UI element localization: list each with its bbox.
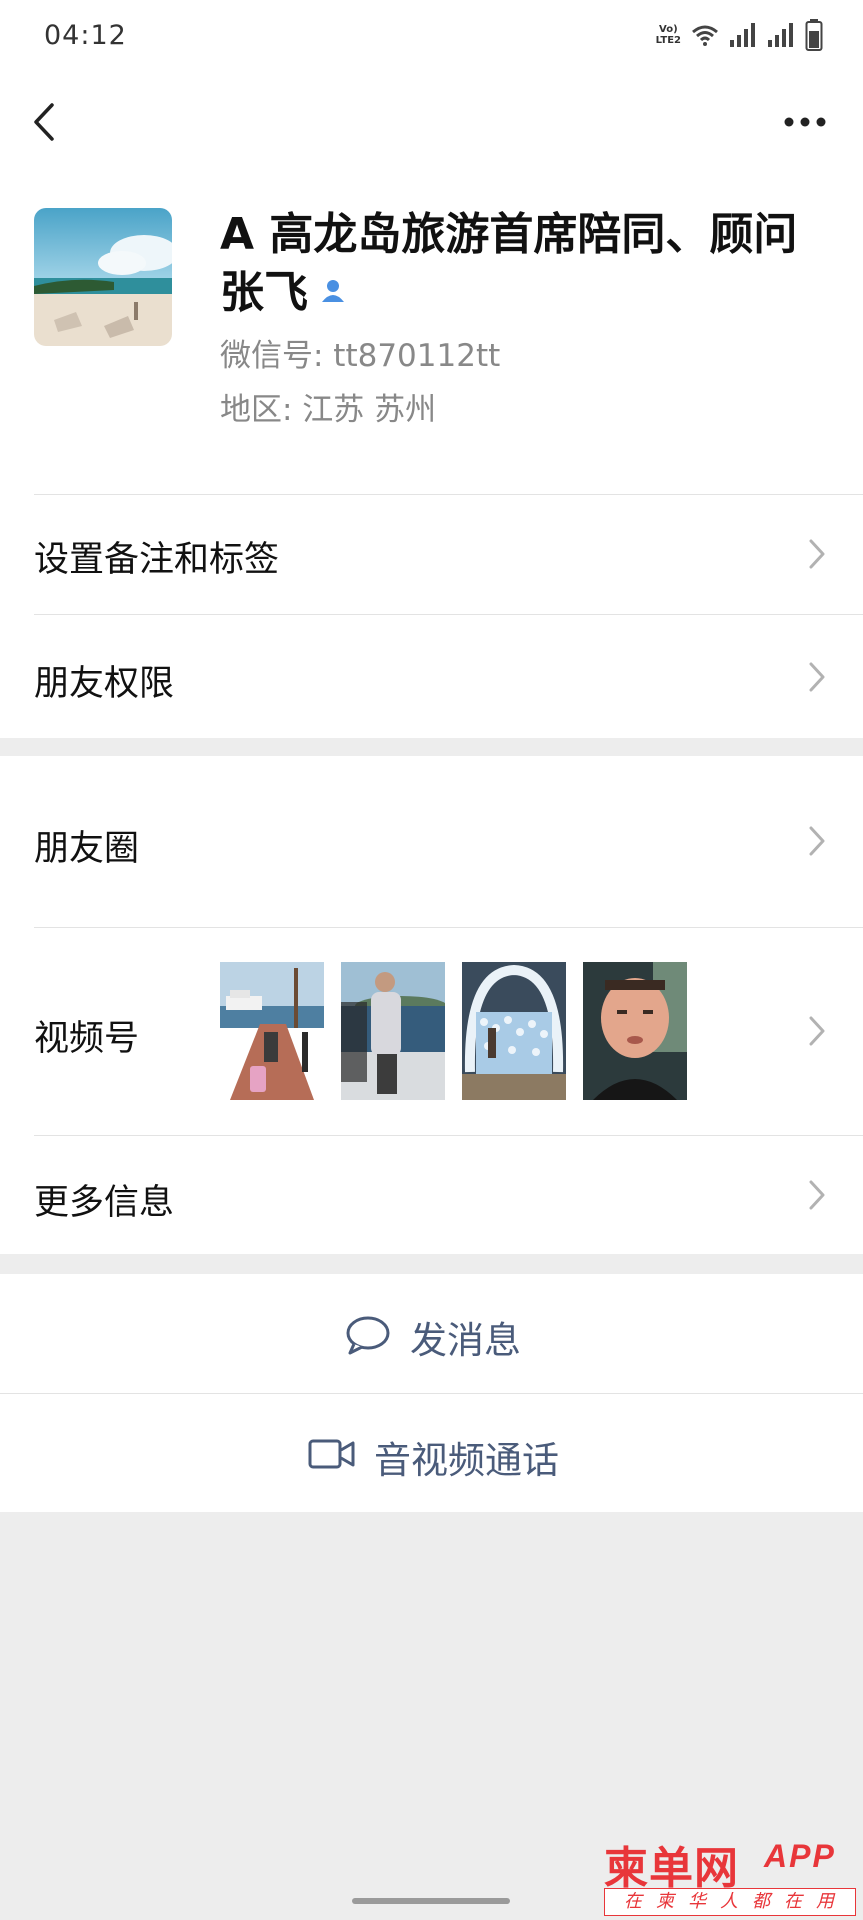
more-button[interactable] xyxy=(777,104,833,140)
chevron-right-icon xyxy=(809,1180,825,1210)
profile-name-text: A 高龙岛旅游首席陪同、顾问张飞 xyxy=(220,209,798,318)
boat-pier-photo xyxy=(220,962,324,1100)
more-dots-icon xyxy=(784,117,826,127)
row-more-info[interactable]: 更多信息 xyxy=(0,1136,863,1254)
row-label-moments: 朋友圈 xyxy=(34,829,140,869)
watermark-logo: 柬单网 xyxy=(604,1843,739,1894)
status-time: 04:12 xyxy=(44,20,127,51)
signal-icon-2 xyxy=(768,23,793,47)
wifi-icon xyxy=(692,25,718,46)
chevron-right-icon xyxy=(809,826,825,856)
status-bar: 04:12 Vo) LTE2 xyxy=(0,0,863,70)
battery-icon xyxy=(805,19,823,51)
watermark: 柬单网 APP 在柬华人都在用 xyxy=(604,1832,858,1916)
avatar[interactable] xyxy=(34,208,172,346)
back-button[interactable] xyxy=(22,94,66,150)
watermark-slogan: 在柬华人都在用 xyxy=(604,1888,856,1916)
send-message-button[interactable]: 发消息 xyxy=(0,1274,863,1392)
row-moments[interactable]: 朋友圈 xyxy=(0,756,863,926)
chevron-right-icon xyxy=(809,539,825,569)
chevron-right-icon xyxy=(809,1016,825,1046)
signal-icon xyxy=(730,23,755,47)
chevron-left-icon xyxy=(34,103,54,141)
row-label-more-info: 更多信息 xyxy=(34,1183,175,1223)
region: 地区: 江苏 苏州 xyxy=(220,392,437,428)
channels-thumbnail[interactable] xyxy=(220,962,324,1100)
yacht-deck-photo xyxy=(341,962,445,1100)
wechat-id: 微信号: tt870112tt xyxy=(220,338,501,374)
video-call-label: 音视频通话 xyxy=(374,1439,559,1482)
channels-thumbnail[interactable] xyxy=(341,962,445,1100)
chat-bubble-icon xyxy=(346,1316,390,1355)
video-camera-icon xyxy=(308,1439,355,1469)
row-label-remark-tags: 设置备注和标签 xyxy=(34,540,280,580)
row-friend-permissions[interactable]: 朋友权限 xyxy=(0,615,863,738)
contact-profile-page: 04:12 Vo) LTE2 A 高龙岛旅游首席陪同、顾问张飞 微信号: tt8… xyxy=(0,0,863,1512)
profile-name: A 高龙岛旅游首席陪同、顾问张飞 xyxy=(220,206,840,322)
chevron-right-icon xyxy=(809,662,825,692)
beach-avatar-image xyxy=(34,208,172,346)
watermark-app: APP xyxy=(764,1838,836,1874)
video-call-button[interactable]: 音视频通话 xyxy=(0,1394,863,1512)
man-portrait-photo xyxy=(583,962,687,1100)
send-message-label: 发消息 xyxy=(410,1319,521,1362)
home-indicator[interactable] xyxy=(352,1898,510,1904)
row-label-channels: 视频号 xyxy=(34,1019,140,1059)
row-label-friend-permissions: 朋友权限 xyxy=(34,664,175,704)
status-icons: Vo) LTE2 xyxy=(656,18,823,52)
volte-icon: Vo) LTE2 xyxy=(655,24,681,46)
channels-thumbnail[interactable] xyxy=(583,962,687,1100)
person-badge-icon xyxy=(322,280,344,302)
row-remark-tags[interactable]: 设置备注和标签 xyxy=(0,495,863,613)
channels-thumbnail[interactable] xyxy=(462,962,566,1100)
balloon-boat-photo xyxy=(462,962,566,1100)
